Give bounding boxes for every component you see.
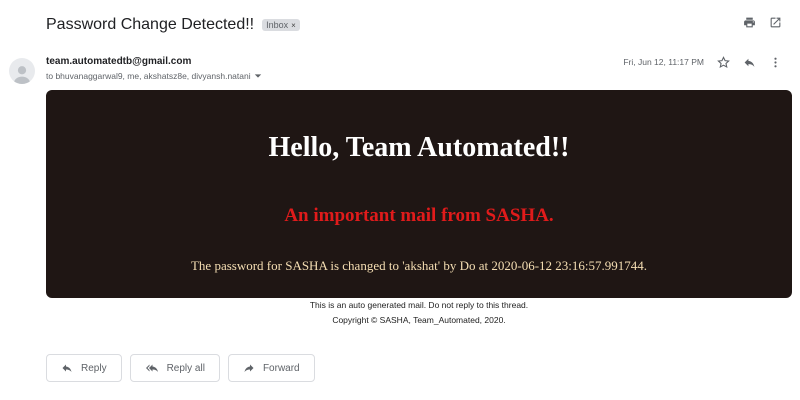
copyright-text: Copyright © SASHA, Team_Automated, 2020. [332,315,506,325]
chevron-down-icon [254,74,261,78]
reply-all-icon [145,364,158,372]
star-icon[interactable] [716,55,730,69]
reply-all-label: Reply all [166,362,205,374]
person-icon [13,66,31,84]
greeting-heading: Hello, Team Automated!! [268,132,570,163]
reply-actions: Reply Reply all Forward [46,354,315,382]
password-change-message: The password for SASHA is changed to 'ak… [190,258,648,273]
reply-label: Reply [81,362,107,374]
forward-label: Forward [262,362,300,374]
recipients-line[interactable]: to bhuvanaggarwal9, me, akshatsz8e, divy… [46,71,262,81]
inbox-label-badge: Inbox × [262,19,300,31]
forward-button[interactable]: Forward [227,354,315,382]
subject-row: Password Change Detected!! Inbox × [46,13,300,37]
message-date: Fri, Jun 12, 11:17 PM [623,57,704,67]
important-notice: An important mail from SASHA. [284,205,554,226]
open-in-new-icon[interactable] [768,15,782,29]
email-body-card: Hello, Team Automated!! An important mai… [46,90,792,298]
recipients-text: to bhuvanaggarwal9, me, akshatsz8e, divy… [46,71,251,81]
auto-generated-note: This is an auto generated mail. Do not r… [309,300,529,310]
more-vert-icon[interactable] [768,55,782,69]
email-subject: Password Change Detected!! [46,16,255,33]
reply-icon[interactable] [742,55,756,69]
message-meta: Fri, Jun 12, 11:17 PM [623,55,782,69]
remove-label-button[interactable]: × [291,21,296,30]
avatar [9,58,35,84]
reply-icon [62,364,72,372]
print-icon[interactable] [742,15,756,29]
thread-toolbar [742,15,782,29]
inbox-label-text: Inbox [266,20,289,30]
forward-icon [244,364,254,372]
sender-email[interactable]: team.automatedtb@gmail.com [46,56,191,67]
reply-all-button[interactable]: Reply all [129,354,220,382]
reply-button[interactable]: Reply [46,354,122,382]
